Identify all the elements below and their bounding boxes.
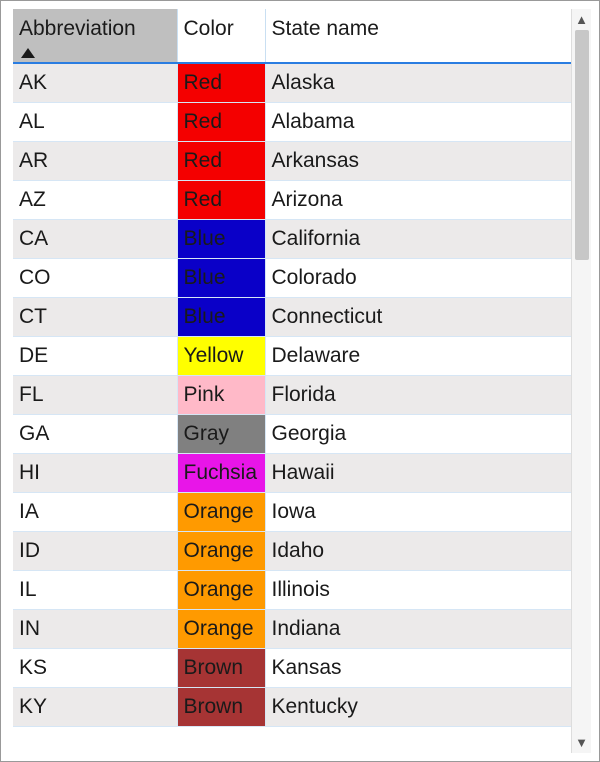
cell-abbreviation[interactable]: CO — [13, 258, 177, 297]
cell-color[interactable]: Orange — [177, 609, 265, 648]
table-row[interactable]: INOrangeIndiana — [13, 609, 571, 648]
cell-state-name[interactable]: Georgia — [265, 414, 571, 453]
table-row[interactable]: IDOrangeIdaho — [13, 531, 571, 570]
cell-state-name[interactable]: Kansas — [265, 648, 571, 687]
table-row[interactable]: CABlueCalifornia — [13, 219, 571, 258]
states-table: Abbreviation Color State name AKRedAlask… — [13, 9, 571, 727]
cell-abbreviation[interactable]: CT — [13, 297, 177, 336]
column-header-label: Abbreviation — [19, 17, 136, 40]
table-row[interactable]: FLPinkFlorida — [13, 375, 571, 414]
cell-color[interactable]: Yellow — [177, 336, 265, 375]
cell-state-name[interactable]: Arizona — [265, 180, 571, 219]
cell-state-name[interactable]: Iowa — [265, 492, 571, 531]
table-viewport: Abbreviation Color State name AKRedAlask… — [13, 9, 571, 753]
column-header-state-name[interactable]: State name — [265, 9, 571, 63]
table-row[interactable]: ILOrangeIllinois — [13, 570, 571, 609]
cell-abbreviation[interactable]: GA — [13, 414, 177, 453]
cell-state-name[interactable]: Idaho — [265, 531, 571, 570]
table-header-row: Abbreviation Color State name — [13, 9, 571, 63]
cell-state-name[interactable]: Hawaii — [265, 453, 571, 492]
cell-abbreviation[interactable]: IA — [13, 492, 177, 531]
cell-state-name[interactable]: California — [265, 219, 571, 258]
cell-abbreviation[interactable]: FL — [13, 375, 177, 414]
cell-color[interactable]: Pink — [177, 375, 265, 414]
table-body: AKRedAlaskaALRedAlabamaARRedArkansasAZRe… — [13, 63, 571, 726]
cell-abbreviation[interactable]: KY — [13, 687, 177, 726]
cell-color[interactable]: Brown — [177, 687, 265, 726]
cell-color[interactable]: Gray — [177, 414, 265, 453]
cell-abbreviation[interactable]: IL — [13, 570, 177, 609]
cell-state-name[interactable]: Alaska — [265, 63, 571, 102]
cell-abbreviation[interactable]: CA — [13, 219, 177, 258]
cell-color[interactable]: Blue — [177, 219, 265, 258]
cell-abbreviation[interactable]: ID — [13, 531, 177, 570]
cell-abbreviation[interactable]: HI — [13, 453, 177, 492]
table-row[interactable]: HIFuchsiaHawaii — [13, 453, 571, 492]
cell-state-name[interactable]: Kentucky — [265, 687, 571, 726]
data-grid: Abbreviation Color State name AKRedAlask… — [1, 1, 599, 761]
cell-color[interactable]: Fuchsia — [177, 453, 265, 492]
table-row[interactable]: ARRedArkansas — [13, 141, 571, 180]
cell-color[interactable]: Orange — [177, 570, 265, 609]
cell-color[interactable]: Orange — [177, 531, 265, 570]
sort-ascending-icon — [21, 48, 35, 58]
column-header-label: State name — [272, 17, 379, 40]
table-row[interactable]: GAGrayGeorgia — [13, 414, 571, 453]
column-header-label: Color — [184, 17, 234, 40]
table-row[interactable]: IAOrangeIowa — [13, 492, 571, 531]
cell-abbreviation[interactable]: KS — [13, 648, 177, 687]
cell-color[interactable]: Red — [177, 141, 265, 180]
cell-abbreviation[interactable]: AK — [13, 63, 177, 102]
column-header-color[interactable]: Color — [177, 9, 265, 63]
table-row[interactable]: DEYellowDelaware — [13, 336, 571, 375]
cell-state-name[interactable]: Florida — [265, 375, 571, 414]
column-header-abbreviation[interactable]: Abbreviation — [13, 9, 177, 63]
table-row[interactable]: COBlueColorado — [13, 258, 571, 297]
cell-state-name[interactable]: Illinois — [265, 570, 571, 609]
table-row[interactable]: AZRedArizona — [13, 180, 571, 219]
cell-abbreviation[interactable]: DE — [13, 336, 177, 375]
cell-color[interactable]: Red — [177, 102, 265, 141]
cell-color[interactable]: Brown — [177, 648, 265, 687]
table-row[interactable]: AKRedAlaska — [13, 63, 571, 102]
cell-color[interactable]: Orange — [177, 492, 265, 531]
cell-abbreviation[interactable]: AL — [13, 102, 177, 141]
scrollbar-track[interactable] — [572, 30, 591, 732]
cell-color[interactable]: Blue — [177, 258, 265, 297]
cell-abbreviation[interactable]: AZ — [13, 180, 177, 219]
table-row[interactable]: KYBrownKentucky — [13, 687, 571, 726]
table-row[interactable]: CTBlueConnecticut — [13, 297, 571, 336]
cell-state-name[interactable]: Colorado — [265, 258, 571, 297]
table-row[interactable]: KSBrownKansas — [13, 648, 571, 687]
cell-state-name[interactable]: Arkansas — [265, 141, 571, 180]
cell-color[interactable]: Blue — [177, 297, 265, 336]
cell-color[interactable]: Red — [177, 63, 265, 102]
scrollbar-thumb[interactable] — [575, 30, 589, 260]
vertical-scrollbar[interactable]: ▲ ▼ — [571, 9, 591, 753]
scroll-down-arrow-icon[interactable]: ▼ — [575, 736, 588, 749]
cell-state-name[interactable]: Alabama — [265, 102, 571, 141]
cell-abbreviation[interactable]: IN — [13, 609, 177, 648]
cell-state-name[interactable]: Delaware — [265, 336, 571, 375]
cell-abbreviation[interactable]: AR — [13, 141, 177, 180]
table-row[interactable]: ALRedAlabama — [13, 102, 571, 141]
cell-state-name[interactable]: Connecticut — [265, 297, 571, 336]
cell-state-name[interactable]: Indiana — [265, 609, 571, 648]
scroll-up-arrow-icon[interactable]: ▲ — [575, 13, 588, 26]
cell-color[interactable]: Red — [177, 180, 265, 219]
